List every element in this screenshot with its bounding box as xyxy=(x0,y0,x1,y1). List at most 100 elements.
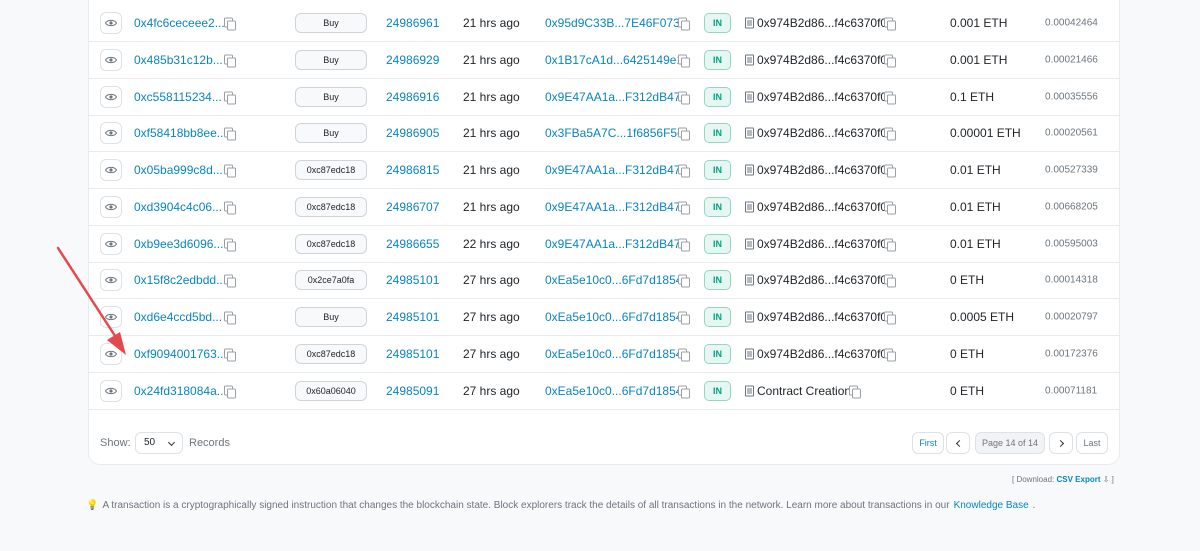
eye-icon[interactable] xyxy=(100,342,122,365)
tx-hash-link[interactable]: 0x15f8c2edbdd... xyxy=(134,273,226,287)
tx-hash-link[interactable]: 0xf9094001763... xyxy=(134,347,227,361)
from-address-link[interactable]: 0x9E47AA1a...F312dB479 xyxy=(545,163,687,177)
copy-icon[interactable] xyxy=(678,17,690,31)
eye-icon[interactable] xyxy=(100,85,122,108)
tx-hash-link[interactable]: 0xf58418bb8ee... xyxy=(134,126,227,140)
block-link[interactable]: 24986961 xyxy=(386,16,439,30)
tx-hash-link[interactable]: 0xc558115234... xyxy=(134,90,222,104)
to-address[interactable]: 0x974B2d86...f4c6370f0 xyxy=(757,53,887,67)
from-address-link[interactable]: 0x9E47AA1a...F312dB479 xyxy=(545,90,687,104)
tx-hash-link[interactable]: 0x4fc6ceceee2... xyxy=(134,16,225,30)
copy-icon[interactable] xyxy=(884,348,896,362)
tx-hash-link[interactable]: 0xd3904c4c06... xyxy=(134,200,222,214)
copy-icon[interactable] xyxy=(678,348,690,362)
copy-icon[interactable] xyxy=(224,311,236,325)
to-address[interactable]: 0x974B2d86...f4c6370f0 xyxy=(757,237,887,251)
from-address-link[interactable]: 0x9E47AA1a...F312dB479 xyxy=(545,200,687,214)
copy-icon[interactable] xyxy=(678,311,690,325)
eye-icon[interactable] xyxy=(100,306,122,328)
copy-icon[interactable] xyxy=(224,238,236,251)
value-text: 0.001 ETH xyxy=(950,52,1008,67)
eye-icon[interactable] xyxy=(100,48,122,71)
to-address[interactable]: 0x974B2d86...f4c6370f0 xyxy=(757,126,887,140)
to-address[interactable]: 0x974B2d86...f4c6370f0 xyxy=(757,163,887,177)
tx-hash-link[interactable]: 0x05ba999c8d... xyxy=(134,163,223,177)
to-address[interactable]: 0x974B2d86...f4c6370f0 xyxy=(757,16,887,30)
from-address-link[interactable]: 0xEa5e10c0...6Fd7d1854 xyxy=(545,273,682,287)
copy-icon[interactable] xyxy=(224,17,236,31)
copy-icon[interactable] xyxy=(884,201,896,215)
to-address[interactable]: 0x974B2d86...f4c6370f0 xyxy=(757,310,887,324)
copy-icon[interactable] xyxy=(884,91,896,104)
copy-icon[interactable] xyxy=(884,54,896,68)
transactions-card: 0x4fc6ceceee2... Buy 24986961 21 hrs ago 0x9… xyxy=(88,0,1120,465)
eye-icon[interactable] xyxy=(100,269,122,292)
pagination-next-button[interactable] xyxy=(1049,432,1073,454)
copy-icon[interactable] xyxy=(678,164,690,178)
copy-icon[interactable] xyxy=(678,238,690,251)
copy-icon[interactable] xyxy=(884,311,896,325)
block-link[interactable]: 24986655 xyxy=(386,237,439,251)
from-address-link[interactable]: 0xEa5e10c0...6Fd7d1854 xyxy=(545,384,682,398)
copy-icon[interactable] xyxy=(884,127,896,141)
eye-icon[interactable] xyxy=(100,379,122,402)
copy-icon[interactable] xyxy=(678,385,690,398)
copy-icon[interactable] xyxy=(849,385,861,398)
from-address-link[interactable]: 0x1B17cA1d...6425149e1 xyxy=(545,53,683,67)
to-address[interactable]: 0x974B2d86...f4c6370f0 xyxy=(757,200,887,214)
copy-icon[interactable] xyxy=(678,127,690,141)
copy-icon[interactable] xyxy=(884,274,896,288)
eye-icon[interactable] xyxy=(100,122,122,145)
copy-icon[interactable] xyxy=(224,54,236,68)
from-address-link[interactable]: 0xEa5e10c0...6Fd7d1854 xyxy=(545,310,682,324)
from-address-link[interactable]: 0xEa5e10c0...6Fd7d1854 xyxy=(545,347,682,361)
copy-icon[interactable] xyxy=(224,91,236,104)
copy-icon[interactable] xyxy=(884,238,896,251)
eye-icon[interactable] xyxy=(100,195,122,218)
value-text: 0 ETH xyxy=(950,346,985,361)
from-address-link[interactable]: 0x95d9C33B...7E46F0733 xyxy=(545,16,686,30)
copy-icon[interactable] xyxy=(224,274,236,288)
copy-icon[interactable] xyxy=(224,385,236,398)
copy-icon[interactable] xyxy=(678,201,690,215)
eye-icon[interactable] xyxy=(100,159,122,181)
to-address[interactable]: Contract Creation xyxy=(757,384,851,398)
block-link[interactable]: 24986905 xyxy=(386,126,439,140)
eye-icon[interactable] xyxy=(100,232,122,255)
block-link[interactable]: 24986929 xyxy=(386,53,439,67)
copy-icon[interactable] xyxy=(884,17,896,31)
contract-icon xyxy=(745,91,754,102)
to-address[interactable]: 0x974B2d86...f4c6370f0 xyxy=(757,273,887,287)
block-link[interactable]: 24985101 xyxy=(386,347,439,361)
to-address[interactable]: 0x974B2d86...f4c6370f0 xyxy=(757,90,887,104)
tx-hash-link[interactable]: 0xd6e4ccd5bd... xyxy=(134,310,222,324)
fee-text: 0.00071181 xyxy=(1045,385,1098,396)
knowledge-base-link[interactable]: Knowledge Base xyxy=(954,500,1029,511)
block-link[interactable]: 24985101 xyxy=(386,273,439,287)
tx-hash-link[interactable]: 0x485b31c12b... xyxy=(134,53,223,67)
tx-hash-link[interactable]: 0xb9ee3d6096... xyxy=(134,237,223,251)
copy-icon[interactable] xyxy=(224,164,236,178)
copy-icon[interactable] xyxy=(224,127,236,141)
block-link[interactable]: 24986707 xyxy=(386,200,439,214)
copy-icon[interactable] xyxy=(678,91,690,104)
copy-icon[interactable] xyxy=(224,201,236,215)
block-link[interactable]: 24986916 xyxy=(386,90,439,104)
to-address[interactable]: 0x974B2d86...f4c6370f0 xyxy=(757,347,887,361)
tx-hash-link[interactable]: 0x24fd318084a... xyxy=(134,384,227,398)
pagination-first-button[interactable]: First xyxy=(912,432,944,454)
block-link[interactable]: 24986815 xyxy=(386,163,439,177)
block-link[interactable]: 24985101 xyxy=(386,310,439,324)
copy-icon[interactable] xyxy=(884,164,896,178)
copy-icon[interactable] xyxy=(678,54,690,68)
copy-icon[interactable] xyxy=(678,274,690,288)
page-size-select[interactable]: 50 xyxy=(135,432,183,454)
pagination-last-button[interactable]: Last xyxy=(1076,432,1108,454)
eye-icon[interactable] xyxy=(100,12,122,34)
block-link[interactable]: 24985091 xyxy=(386,384,439,398)
pagination-prev-button[interactable] xyxy=(946,432,970,454)
csv-export-link[interactable]: CSV Export xyxy=(1056,475,1100,484)
copy-icon[interactable] xyxy=(224,348,236,362)
from-address-link[interactable]: 0x9E47AA1a...F312dB479 xyxy=(545,237,687,251)
from-address-link[interactable]: 0x3FBa5A7C...1f6856F5c xyxy=(545,126,683,140)
